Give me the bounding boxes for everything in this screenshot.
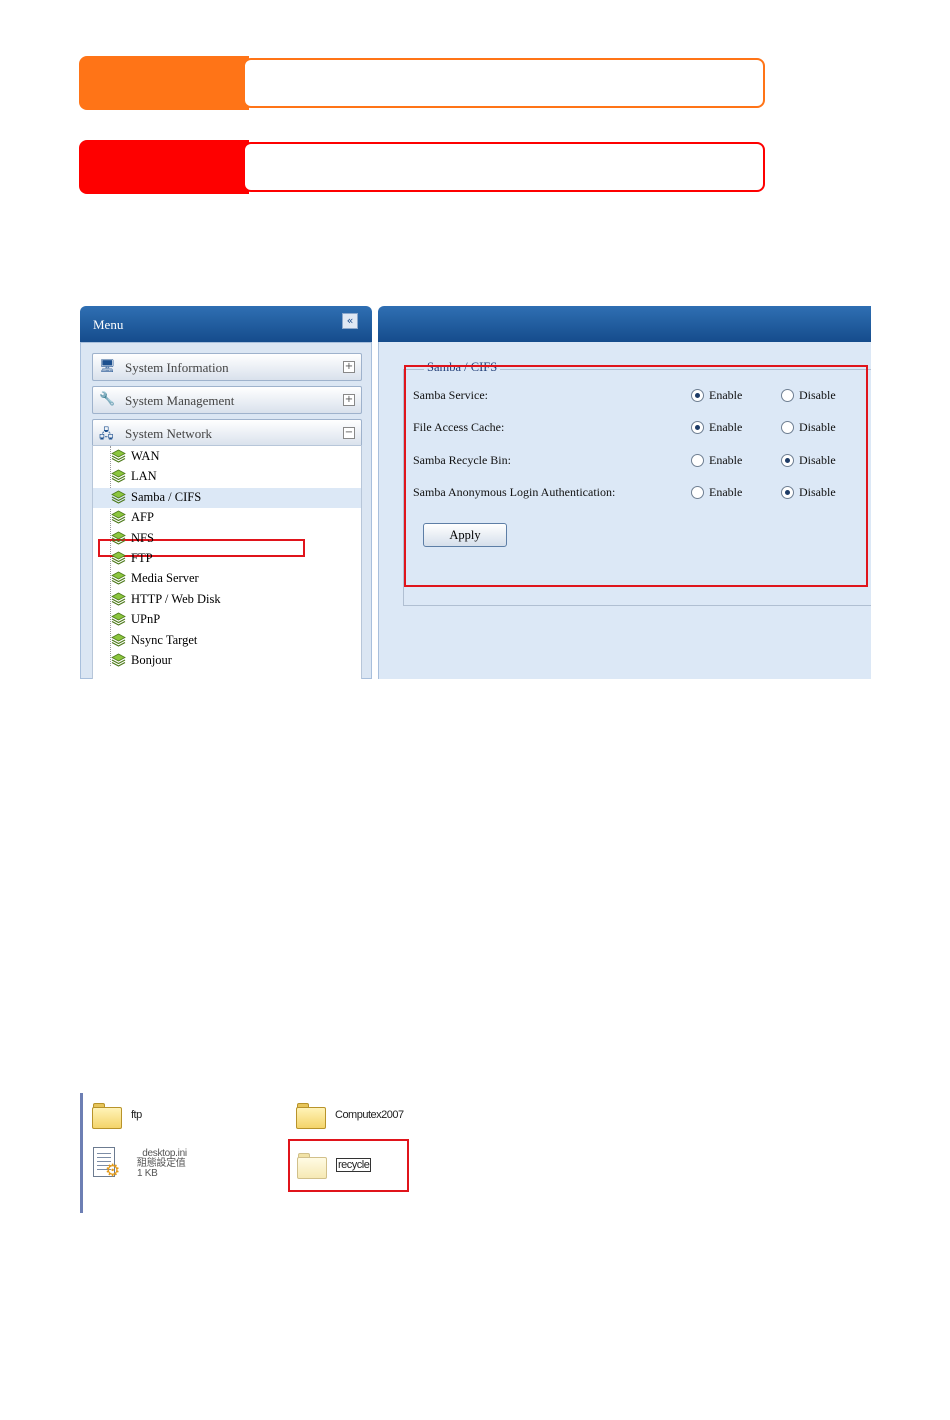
tree-item-afp[interactable]: AFP — [93, 508, 361, 528]
tree-item-label: WAN — [131, 449, 160, 463]
tree-item-label: HTTP / Web Disk — [131, 591, 221, 606]
layers-icon — [111, 653, 126, 667]
file-desktop-ini[interactable]: ⚙ _desktop.ini 組態設定值 1 KB — [89, 1145, 279, 1189]
layers-icon — [111, 469, 126, 484]
layers-icon — [111, 490, 126, 504]
explorer-screenshot: ftp Computex2007 ⚙ _desktop.ini 組態設定值 1 … — [80, 1093, 520, 1213]
tree-item-lan[interactable]: LAN — [93, 467, 361, 487]
note-callout — [79, 56, 765, 110]
warning-callout — [79, 140, 765, 194]
tree-item-media-server[interactable]: Media Server — [93, 569, 361, 589]
note-callout-body — [243, 58, 765, 108]
tree-item-label: UPnP — [131, 612, 161, 627]
ini-file-icon: ⚙ — [89, 1145, 123, 1185]
content-header — [378, 306, 871, 342]
tools-icon: 🔧 — [99, 392, 116, 407]
tree-item-http-web-disk[interactable]: HTTP / Web Disk — [93, 590, 361, 610]
tree-item-nsync-target[interactable]: Nsync Target — [93, 631, 361, 651]
computer-icon: 🖥 — [99, 359, 116, 374]
folder-icon — [91, 1099, 123, 1131]
menu-panel: 🖥 System Information + 🔧 System Manageme… — [80, 342, 372, 679]
menu-header: Menu « — [80, 306, 372, 342]
tree-item-upnp[interactable]: UPnP — [93, 610, 361, 630]
warning-callout-tab — [79, 140, 249, 194]
file-size: 1 KB — [137, 1168, 158, 1179]
layers-icon — [111, 633, 126, 647]
settings-highlight-box — [404, 365, 868, 587]
tree-item-label: Nsync Target — [131, 632, 198, 647]
tree-item-label: Bonjour — [131, 653, 172, 667]
tree-item-label: LAN — [131, 469, 157, 484]
layers-icon — [111, 612, 126, 626]
recycle-highlight-box — [288, 1139, 409, 1192]
file-name: Computex2007 — [335, 1109, 404, 1121]
tree-item-label: NFS — [131, 530, 154, 545]
tree-item-label: AFP — [131, 510, 154, 525]
layers-icon — [111, 531, 126, 545]
folder-icon — [295, 1099, 327, 1131]
file-details: _desktop.ini 組態設定值 1 KB — [137, 1149, 187, 1179]
section-system-information[interactable]: 🖥 System Information + — [92, 353, 362, 381]
layers-icon — [111, 571, 126, 586]
file-name: ftp — [131, 1109, 142, 1121]
tree-item-label: Samba / CIFS — [131, 489, 202, 504]
layers-icon — [111, 449, 126, 463]
expand-icon[interactable]: + — [343, 361, 355, 373]
collapse-icon[interactable]: − — [343, 427, 355, 439]
warning-callout-body — [243, 142, 765, 192]
layers-icon — [111, 551, 126, 565]
collapse-menu-icon[interactable]: « — [342, 313, 358, 329]
tree-item-label: Media Server — [131, 571, 199, 586]
tree-item-samba-cifs[interactable]: Samba / CIFS — [93, 487, 361, 508]
layers-icon — [111, 510, 126, 524]
note-callout-tab — [79, 56, 249, 110]
tree-item-nfs[interactable]: NFS — [93, 529, 361, 549]
layers-icon — [111, 592, 126, 606]
tree-item-wan[interactable]: WAN — [93, 447, 361, 467]
folder-computex2007[interactable]: Computex2007 — [295, 1099, 495, 1139]
section-system-network[interactable]: 🖧 System Network − — [92, 419, 362, 447]
expand-icon[interactable]: + — [343, 394, 355, 406]
samba-settings-screenshot: Menu « 🖥 System Information + 🔧 System M… — [80, 306, 871, 679]
section-system-management[interactable]: 🔧 System Management + — [92, 386, 362, 414]
menu-title: Menu — [93, 317, 124, 332]
section-label: System Information — [125, 360, 229, 375]
tree-item-bonjour[interactable]: Bonjour — [93, 651, 361, 671]
folder-ftp[interactable]: ftp — [91, 1099, 281, 1139]
tree-item-label: FTP — [131, 551, 153, 565]
section-label: System Network — [125, 426, 213, 441]
network-icon: 🖧 — [99, 427, 114, 442]
tree-item-ftp[interactable]: FTP — [93, 549, 361, 569]
section-label: System Management — [125, 393, 235, 408]
